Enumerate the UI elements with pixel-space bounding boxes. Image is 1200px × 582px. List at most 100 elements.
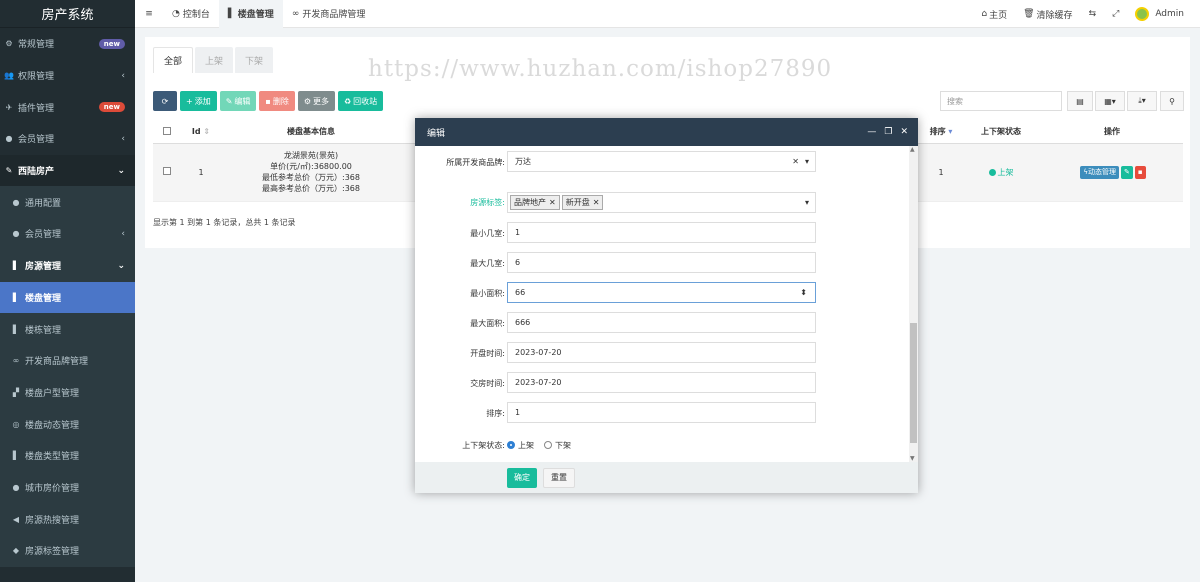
row-edit-button[interactable]: ✎ bbox=[1121, 165, 1133, 179]
reset-button[interactable]: 重置 bbox=[543, 467, 575, 488]
row-sort: 1 bbox=[921, 143, 961, 202]
sidebar-item-price[interactable]: ● 城市房价管理 bbox=[0, 471, 135, 504]
language-icon[interactable]: ⇆ bbox=[1081, 9, 1105, 19]
clear-icon[interactable]: ✕ bbox=[792, 157, 799, 166]
sidebar-item-member2[interactable]: ● 会员管理 ‹ bbox=[0, 218, 135, 250]
sidebar-item-tag[interactable]: ◆ 房源标签管理 bbox=[0, 535, 135, 567]
tag-item[interactable]: 品牌地产 ✕ bbox=[510, 195, 560, 210]
sidebar-item-block[interactable]: ▌ 楼栋管理 bbox=[0, 313, 135, 345]
row-checkbox-cell[interactable] bbox=[153, 143, 181, 202]
sidebar-item-member[interactable]: ● 会员管理 ‹ bbox=[0, 123, 135, 155]
minimize-icon[interactable]: — bbox=[867, 127, 876, 137]
tags-select[interactable]: 品牌地产 ✕ 新开盘 ✕ ▾ bbox=[507, 192, 816, 213]
more-label: 更多 bbox=[313, 96, 329, 106]
status-dot bbox=[988, 168, 996, 176]
tab-online[interactable]: 上架 bbox=[195, 47, 234, 73]
search-input[interactable]: 搜索 bbox=[940, 91, 1062, 111]
close-icon[interactable]: ✕ bbox=[900, 127, 908, 137]
remove-tag-icon[interactable]: ✕ bbox=[593, 198, 600, 207]
pencil-icon: ✎ bbox=[1124, 167, 1130, 176]
min-area-input[interactable]: 66 ⬍ bbox=[507, 282, 816, 303]
modal-scrollbar[interactable]: ▲ ▼ bbox=[909, 146, 918, 462]
max-rooms-input[interactable]: 6 bbox=[507, 252, 816, 273]
circle-icon: ● bbox=[12, 197, 20, 207]
recycle-button[interactable]: ♻ 回收站 bbox=[338, 91, 384, 111]
tab-all[interactable]: 全部 bbox=[153, 47, 194, 73]
developer-select[interactable]: 万达 ✕ ▾ bbox=[507, 151, 816, 172]
tab-label: 开发商品牌管理 bbox=[302, 10, 366, 20]
sidebar-item-label: 开发商品牌管理 bbox=[25, 357, 89, 368]
col-id[interactable]: Id ⇕ bbox=[181, 121, 221, 144]
col-sort[interactable]: 排序 ▾ bbox=[921, 121, 961, 144]
home-link[interactable]: ⌂ 主页 bbox=[973, 8, 1015, 21]
user-menu[interactable]: Admin bbox=[1127, 7, 1200, 21]
toggle-view-button[interactable]: ▤ bbox=[1067, 91, 1093, 111]
field-delivery-date: 交房时间: 2023-07-20 bbox=[415, 372, 910, 396]
developer-value: 万达 bbox=[515, 157, 531, 166]
scroll-up-icon[interactable]: ▲ bbox=[910, 146, 915, 153]
trash-icon: ▪ bbox=[265, 96, 271, 106]
maximize-icon[interactable]: ❐ bbox=[884, 127, 892, 137]
export-button[interactable]: ⤓▾ bbox=[1127, 91, 1157, 111]
min-rooms-input[interactable]: 1 bbox=[507, 222, 816, 243]
sidebar-item-label: 会员管理 bbox=[25, 230, 62, 241]
field-max-area: 最大面积: 666 bbox=[415, 312, 910, 336]
edit-button[interactable]: ✎ 编辑 bbox=[219, 91, 257, 111]
scrollbar-thumb[interactable] bbox=[910, 323, 917, 443]
open-date-input[interactable]: 2023-07-20 bbox=[507, 342, 816, 363]
delivery-date-input[interactable]: 2023-07-20 bbox=[507, 372, 816, 393]
spinner-icon[interactable]: ⬍ bbox=[800, 288, 807, 297]
radio-offline-label[interactable]: 下架 bbox=[555, 440, 571, 451]
fullscreen-icon[interactable]: ⤢ bbox=[1104, 9, 1127, 19]
gear-icon: ⚙ bbox=[5, 39, 13, 49]
columns-button[interactable]: ▦▾ bbox=[1095, 91, 1125, 111]
file-icon: ▌ bbox=[12, 324, 20, 334]
field-sort: 排序: 1 bbox=[415, 402, 910, 426]
sidebar-item-permission[interactable]: 👥 权限管理 ‹ bbox=[0, 60, 135, 92]
sidebar-item-dynamic[interactable]: ◎ 楼盘动态管理 bbox=[0, 408, 135, 440]
search-button[interactable]: ⚲ bbox=[1160, 91, 1184, 111]
sidebar-item-building-manage[interactable]: ▌ 楼盘管理 bbox=[0, 281, 135, 314]
sidebar-item-developer[interactable]: ∞ 开发商品牌管理 bbox=[0, 344, 135, 377]
row-delete-button[interactable]: ▪ bbox=[1134, 165, 1146, 179]
tag-label: 品牌地产 bbox=[514, 198, 546, 207]
add-button[interactable]: + 添加 bbox=[180, 91, 217, 111]
tab-dashboard[interactable]: ◔ 控制台 bbox=[163, 0, 219, 28]
tab-offline[interactable]: 下架 bbox=[235, 47, 274, 73]
link-icon: ∞ bbox=[12, 356, 20, 366]
remove-tag-icon[interactable]: ✕ bbox=[549, 198, 556, 207]
pencil-icon: ✎ bbox=[225, 96, 233, 106]
radio-online[interactable] bbox=[507, 441, 515, 449]
sidebar-item-general[interactable]: ⚙ 常规管理 new bbox=[0, 28, 135, 60]
sidebar-item-label: 楼盘户型管理 bbox=[25, 388, 80, 399]
clear-cache-button[interactable]: 🗑 清除缓存 bbox=[1015, 8, 1080, 21]
sidebar-item-label: 权限管理 bbox=[18, 72, 55, 83]
sidebar-item-xilu[interactable]: ✎ 西陆房产 ⌄ bbox=[0, 154, 135, 187]
confirm-button[interactable]: 确定 bbox=[507, 467, 537, 488]
select-all-header[interactable] bbox=[153, 121, 181, 144]
dynamic-manage-button[interactable]: ϟ动态管理 bbox=[1080, 165, 1119, 179]
radio-online-label[interactable]: 上架 bbox=[518, 440, 534, 451]
row-checkbox[interactable] bbox=[163, 167, 171, 175]
chevron-left-icon: ‹ bbox=[121, 133, 125, 144]
sidebar-item-hotsearch[interactable]: ◀ 房源热搜管理 bbox=[0, 503, 135, 535]
sidebar: 房产系统 ⚙ 常规管理 new 👥 权限管理 ‹ ✈ 插件管理 new ● 会员管理 ‹ ✎ 西陆… bbox=[0, 0, 135, 582]
tab-developer[interactable]: ∞ 开发商品牌管理 bbox=[283, 0, 375, 28]
more-button[interactable]: ⚙ 更多 bbox=[297, 91, 335, 111]
sidebar-item-plugin[interactable]: ✈ 插件管理 new bbox=[0, 91, 135, 123]
scroll-down-icon[interactable]: ▼ bbox=[910, 455, 915, 462]
radio-offline[interactable] bbox=[544, 441, 552, 449]
menu-toggle-icon[interactable]: ≡ bbox=[135, 0, 163, 28]
refresh-button[interactable]: ⟳ bbox=[153, 91, 177, 111]
sidebar-item-layout[interactable]: ▞ 楼盘户型管理 bbox=[0, 376, 135, 409]
tag-item[interactable]: 新开盘 ✕ bbox=[561, 195, 604, 210]
sidebar-item-house[interactable]: ▌ 房源管理 ⌄ bbox=[0, 249, 135, 282]
sidebar-item-type[interactable]: ▌ 楼盘类型管理 bbox=[0, 439, 135, 472]
select-all-checkbox[interactable] bbox=[163, 126, 171, 135]
eye-icon: ◎ bbox=[12, 419, 20, 429]
sort-input[interactable]: 1 bbox=[507, 402, 816, 423]
delete-button[interactable]: ▪ 删除 bbox=[259, 91, 295, 111]
sidebar-item-config[interactable]: ● 通用配置 bbox=[0, 186, 135, 219]
tab-building[interactable]: ▌ 楼盘管理 bbox=[218, 0, 283, 28]
max-area-input[interactable]: 666 bbox=[507, 312, 816, 333]
